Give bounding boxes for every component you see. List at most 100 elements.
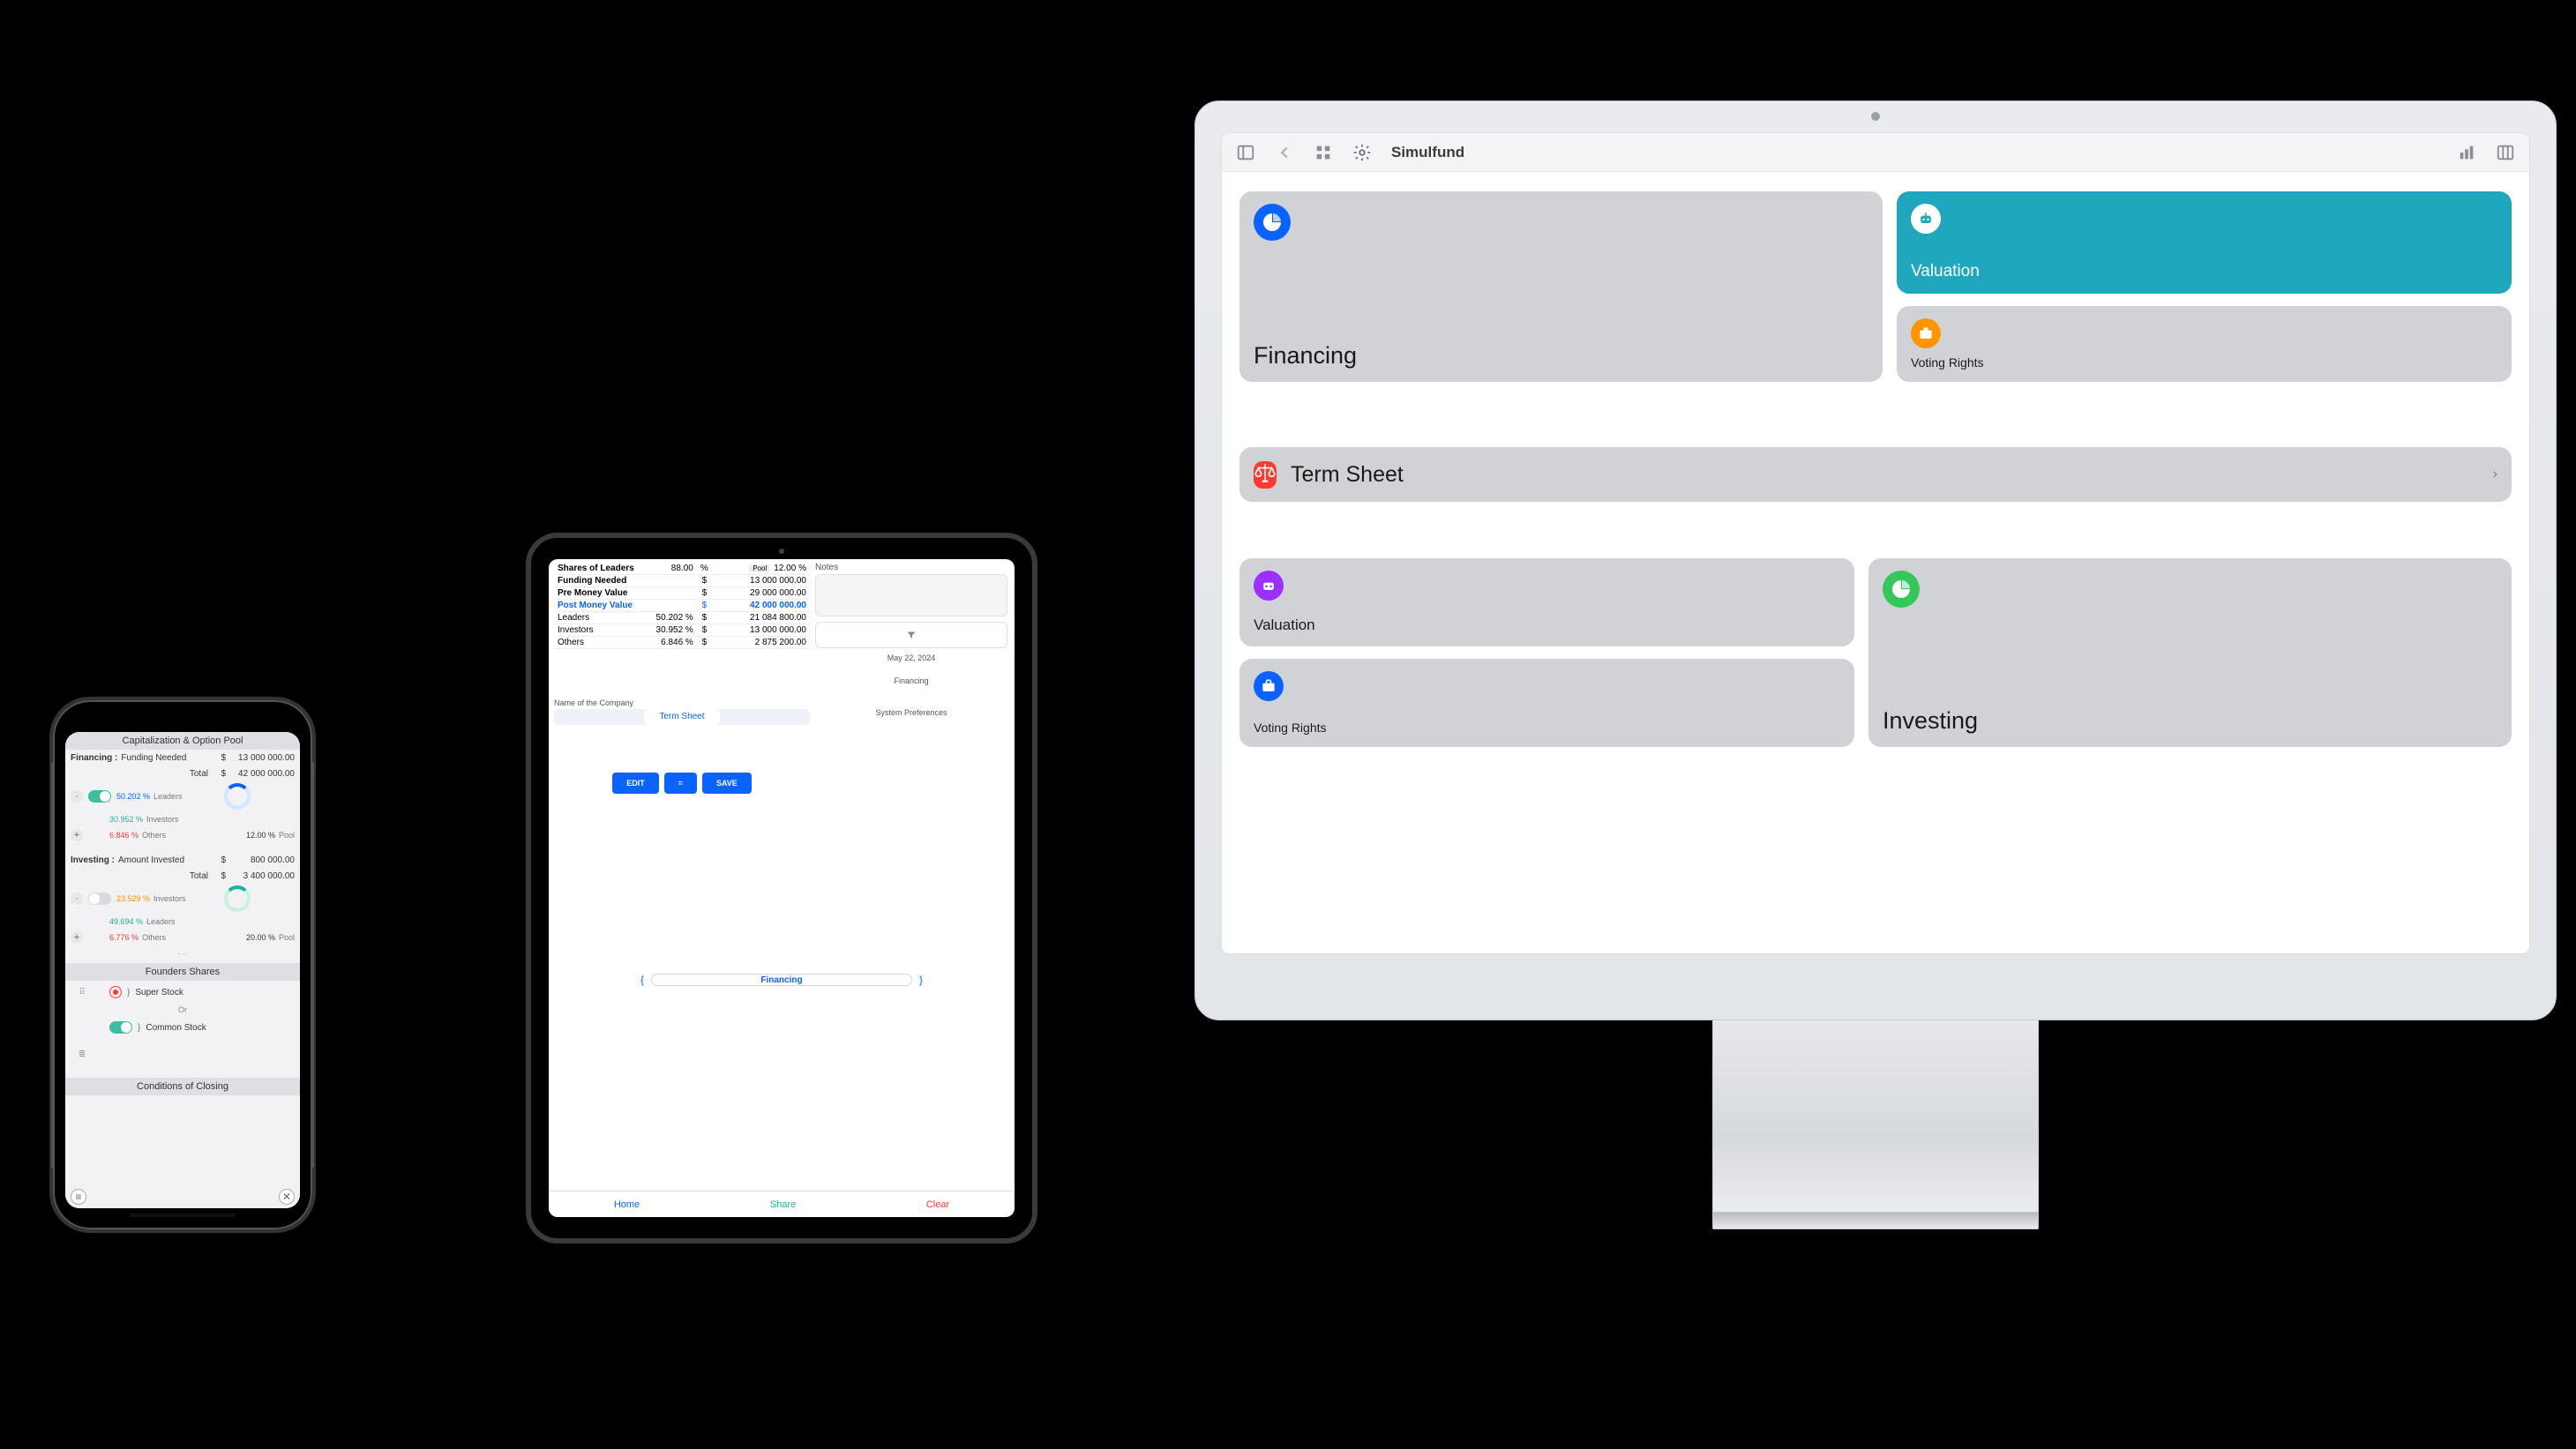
value: 13 000 000.00 xyxy=(712,624,810,637)
leaders-pct: 50.202 % xyxy=(116,792,150,801)
chart-icon[interactable] xyxy=(2457,143,2476,162)
investing-toggle[interactable] xyxy=(88,893,111,905)
list-icon-row: ≣ xyxy=(65,1046,300,1062)
save-button[interactable]: SAVE xyxy=(702,773,752,794)
gear-icon[interactable] xyxy=(1352,143,1372,162)
radio-selected-icon[interactable] xyxy=(113,990,118,995)
grid-icon[interactable] xyxy=(1314,143,1333,162)
super-stock-label: Super Stock xyxy=(135,988,183,997)
pool-label: Pool xyxy=(279,933,295,942)
ipad-mockup: Shares of Leaders 88.00 % Pool12.00 % Fu… xyxy=(526,533,1037,1244)
label: Shares of Leaders xyxy=(554,563,652,575)
currency: $ xyxy=(215,769,226,779)
value: 2 875 200.00 xyxy=(712,637,810,649)
list-icon[interactable]: ≣ xyxy=(71,1049,94,1059)
card-label: Term Sheet xyxy=(1291,462,1404,488)
imac-foot xyxy=(1712,1212,2039,1229)
edit-button[interactable]: EDIT xyxy=(612,773,659,794)
filter-button[interactable] xyxy=(815,622,1007,648)
imac-body: Simulfund Financing xyxy=(1194,101,2557,1020)
segment-control[interactable]: Term Sheet xyxy=(554,709,810,725)
value: 29 000 000.00 xyxy=(712,587,810,600)
card-voting-rights-top[interactable]: Voting Rights xyxy=(1897,306,2512,382)
financing-label: Financing xyxy=(815,676,1007,685)
value: 88.00 xyxy=(652,563,697,575)
card-label: Financing xyxy=(1254,342,1868,370)
columns-icon[interactable] xyxy=(2496,143,2515,162)
mac-content: Financing Valuation xyxy=(1222,172,2529,953)
investors-pct: 30.952 % xyxy=(109,815,143,824)
pool-pct: 20.00 % xyxy=(246,933,275,942)
imac-screen: Simulfund Financing xyxy=(1222,133,2529,953)
notes-panel: Notes May 22, 2024 Financing System Pref… xyxy=(815,563,1007,717)
label: Pre Money Value xyxy=(554,587,652,600)
top-card-row: Financing Valuation xyxy=(1239,191,2512,382)
leaders-label: Leaders xyxy=(154,792,183,801)
value: 13 000 000.00 xyxy=(712,575,810,587)
chevron-left-icon[interactable] xyxy=(1275,143,1294,162)
sidebar-icon[interactable] xyxy=(1236,143,1255,162)
total-label: Total xyxy=(190,769,208,779)
funding-needed-label: Funding Needed xyxy=(121,753,186,763)
card-voting-rights-left[interactable]: Voting Rights xyxy=(1239,659,1854,747)
pool-cell: Pool12.00 % xyxy=(712,563,810,575)
pie-chart-icon xyxy=(1883,571,1920,608)
card-label: Valuation xyxy=(1911,262,2497,281)
expand-icon[interactable]: · xyxy=(71,790,83,803)
investors-row: Investors 30.952 % $ 13 000 000.00 xyxy=(554,624,810,637)
tab-home[interactable]: Home xyxy=(614,1199,640,1210)
tab-share[interactable]: Share xyxy=(770,1199,796,1210)
iphone-mockup: Capitalization & Option Pool Financing :… xyxy=(49,697,316,1233)
section-header-capitalization: Capitalization & Option Pool xyxy=(65,732,300,750)
imac-stand xyxy=(1712,1020,2039,1214)
currency: $ xyxy=(215,871,226,881)
currency: $ xyxy=(697,624,712,637)
tab-clear[interactable]: Clear xyxy=(926,1199,949,1210)
imac-mockup: Simulfund Financing xyxy=(1194,101,2557,1238)
card-term-sheet[interactable]: Term Sheet › xyxy=(1239,447,2512,502)
menu-button[interactable]: ≡ xyxy=(71,1189,86,1205)
label: Others xyxy=(554,637,652,649)
notes-textarea[interactable] xyxy=(815,574,1007,616)
investors-label: Investors xyxy=(154,894,186,903)
briefcase-icon xyxy=(1254,671,1284,701)
card-valuation-top[interactable]: Valuation xyxy=(1897,191,2512,294)
investing-others-row: + 6.776 % Others 20.00 % Pool xyxy=(65,930,300,945)
name-label: Name of the Company xyxy=(554,698,810,707)
financing-toggle[interactable] xyxy=(88,790,111,803)
card-valuation-left[interactable]: Valuation xyxy=(1239,558,1854,646)
card-financing[interactable]: Financing xyxy=(1239,191,1883,382)
reorder-icon[interactable]: ⠿ xyxy=(71,988,94,997)
card-label: Valuation xyxy=(1254,616,1840,634)
card-label: Voting Rights xyxy=(1911,355,2497,370)
common-stock-toggle[interactable] xyxy=(109,1021,132,1034)
financing-others-row: + 6.846 % Others 12.00 % Pool xyxy=(65,827,300,843)
add-icon[interactable]: + xyxy=(71,931,83,944)
currency: $ xyxy=(697,600,712,612)
currency: $ xyxy=(697,587,712,600)
phone-bottom-bar: ≡ ✕ xyxy=(65,1185,300,1208)
add-icon[interactable]: + xyxy=(71,829,83,841)
equals-button[interactable]: = xyxy=(664,773,697,794)
card-investing[interactable]: Investing xyxy=(1868,558,2512,747)
segment-term-sheet[interactable]: Term Sheet xyxy=(644,709,720,725)
close-button[interactable]: ✕ xyxy=(279,1189,295,1205)
label: Investors xyxy=(554,624,652,637)
common-stock-row: } Common Stock xyxy=(65,1016,300,1039)
financing-slider[interactable]: { Financing } xyxy=(640,974,923,986)
ipad-camera xyxy=(779,549,784,554)
expand-icon[interactable]: · xyxy=(71,893,83,905)
chevron-right-icon: › xyxy=(2493,467,2497,482)
company-name-section: Name of the Company Term Sheet xyxy=(554,698,810,725)
mac-toolbar: Simulfund xyxy=(1222,133,2529,172)
post-money-row: Post Money Value $ 42 000 000.00 xyxy=(554,600,810,612)
leaders-pct: 49.694 % xyxy=(109,917,143,926)
ipad-screen: Shares of Leaders 88.00 % Pool12.00 % Fu… xyxy=(549,559,1015,1217)
button-row: EDIT = SAVE xyxy=(554,773,810,794)
others-label: Others xyxy=(142,933,166,942)
slider-track[interactable]: Financing xyxy=(651,974,912,986)
financing-leaders-row: · 50.202 % Leaders xyxy=(65,781,300,811)
section-header-conditions: Conditions of Closing xyxy=(65,1078,300,1095)
total-value: 42 000 000.00 xyxy=(226,769,295,779)
currency: $ xyxy=(215,855,226,865)
